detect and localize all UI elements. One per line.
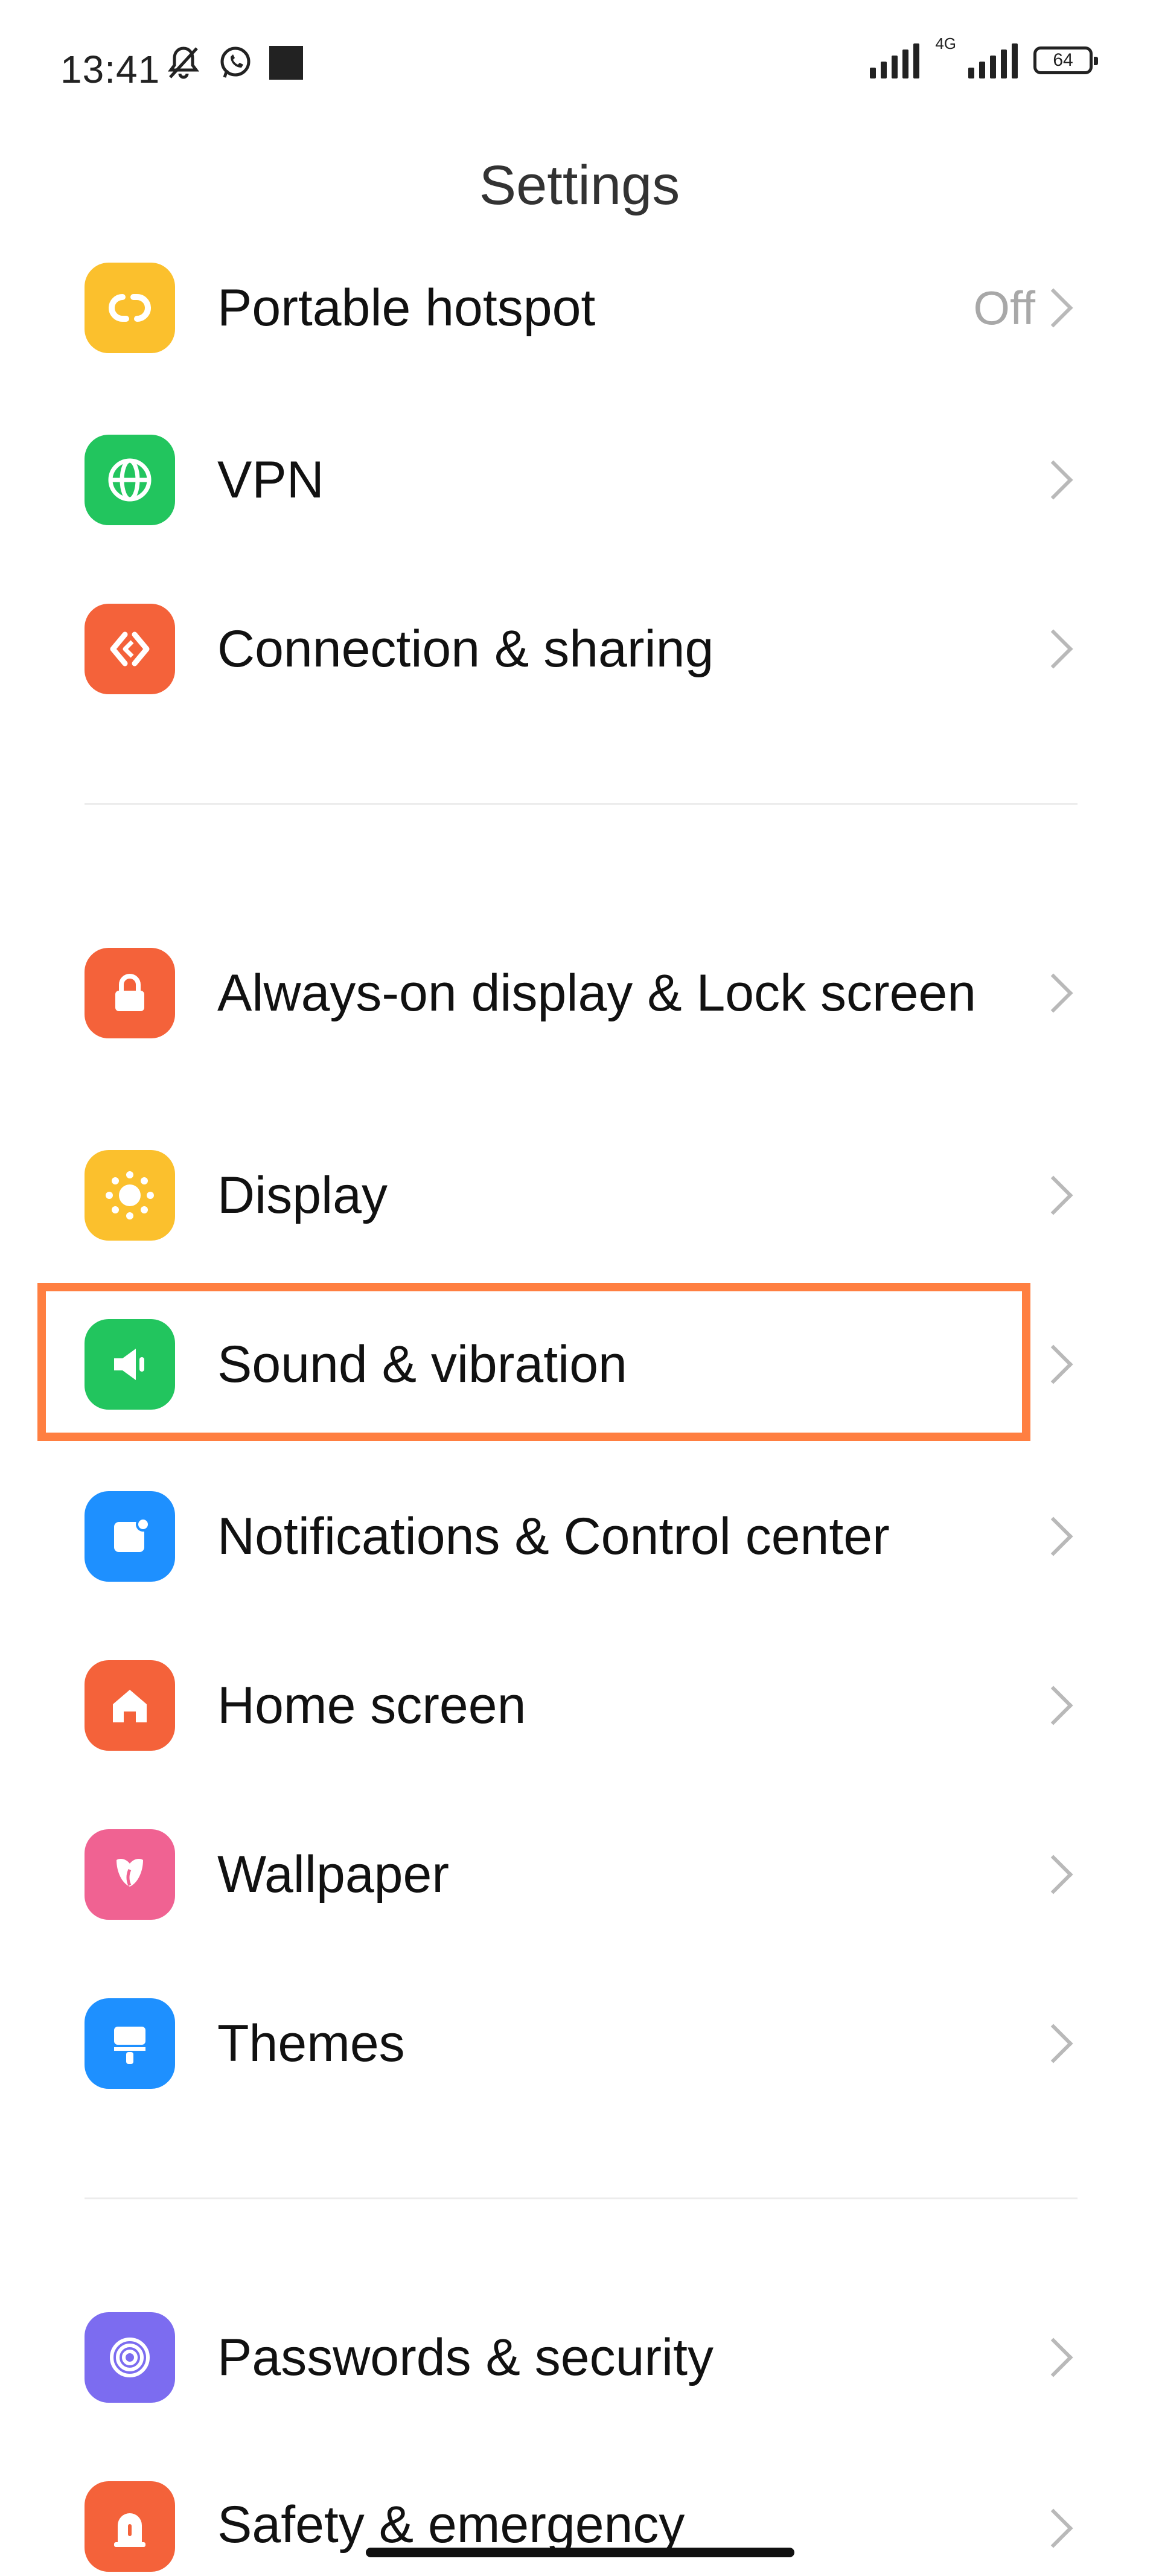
settings-item-label: Notifications & Control center <box>217 1507 890 1565</box>
signal-icon <box>870 42 920 78</box>
settings-item-notifications[interactable]: Notifications & Control center <box>0 1467 1159 1606</box>
flower-icon <box>85 1829 175 1920</box>
settings-item-label: Portable hotspot <box>217 279 596 337</box>
fingerprint-icon <box>85 2312 175 2403</box>
home-gesture-bar[interactable] <box>366 2548 794 2557</box>
settings-item-label: VPN <box>217 451 324 509</box>
highlight-box <box>37 1283 1030 1441</box>
settings-item-label: Home screen <box>217 1676 526 1734</box>
chevron-right-icon <box>1033 1855 1073 1894</box>
chevron-right-icon <box>1033 1175 1073 1215</box>
status-bar: 13:41 4G 64 <box>0 0 1159 133</box>
dnd-bell-off-icon <box>164 43 203 85</box>
status-left-icons <box>164 43 304 85</box>
chevron-right-icon <box>1033 629 1073 669</box>
settings-item-vpn[interactable]: VPN <box>0 411 1159 549</box>
settings-item-wallpaper[interactable]: Wallpaper <box>0 1805 1159 1944</box>
page-title: Settings <box>479 155 680 216</box>
status-right-icons: 4G 64 <box>870 34 1098 78</box>
settings-item-passwords-security[interactable]: Passwords & security <box>0 2288 1159 2427</box>
chevron-right-icon <box>1033 1686 1073 1725</box>
battery-level: 64 <box>1053 50 1073 70</box>
signal-icon-2 <box>968 42 1018 78</box>
settings-item-portable-hotspot[interactable]: Portable hotspot Off <box>0 238 1159 377</box>
settings-item-safety-emergency[interactable]: Safety & emergency <box>0 2457 1159 2576</box>
settings-item-label: Themes <box>217 2015 405 2073</box>
emergency-icon <box>85 2481 175 2572</box>
settings-item-label: Connection & sharing <box>217 620 714 678</box>
share-icon <box>85 604 175 694</box>
settings-item-value: Off <box>973 281 1035 334</box>
network-type: 4G <box>935 34 956 53</box>
whatsapp-icon <box>216 43 255 85</box>
settings-item-label: Safety & emergency <box>217 2496 685 2554</box>
settings-item-always-on-display[interactable]: Always-on display & Lock screen <box>0 903 1159 1084</box>
chevron-right-icon <box>1033 2338 1073 2377</box>
battery-icon: 64 <box>1033 46 1098 74</box>
chevron-right-icon <box>1033 1344 1073 1384</box>
chevron-right-icon <box>1033 2024 1073 2063</box>
settings-item-themes[interactable]: Themes <box>0 1974 1159 2113</box>
lock-icon <box>85 948 175 1038</box>
home-icon <box>85 1660 175 1751</box>
notification-icon <box>85 1491 175 1582</box>
globe-icon <box>85 435 175 525</box>
settings-item-home-screen[interactable]: Home screen <box>0 1636 1159 1775</box>
settings-item-label: Display <box>217 1166 388 1224</box>
chevron-right-icon <box>1033 288 1073 328</box>
settings-item-label: Always-on display & Lock screen <box>217 964 977 1022</box>
hotspot-icon <box>85 263 175 353</box>
settings-item-label: Passwords & security <box>217 2328 714 2386</box>
settings-item-display[interactable]: Display <box>0 1126 1159 1265</box>
section-divider <box>85 803 1078 805</box>
section-divider <box>85 2197 1078 2199</box>
brush-icon <box>85 1998 175 2089</box>
settings-item-connection-sharing[interactable]: Connection & sharing <box>0 580 1159 718</box>
chevron-right-icon <box>1033 460 1073 500</box>
chevron-right-icon <box>1033 973 1073 1013</box>
status-time: 13:41 <box>60 48 161 91</box>
sun-icon <box>85 1150 175 1241</box>
chevron-right-icon <box>1033 1517 1073 1556</box>
chevron-right-icon <box>1033 2508 1073 2548</box>
settings-item-label: Wallpaper <box>217 1846 449 1903</box>
app-notification-square-icon <box>268 45 304 84</box>
